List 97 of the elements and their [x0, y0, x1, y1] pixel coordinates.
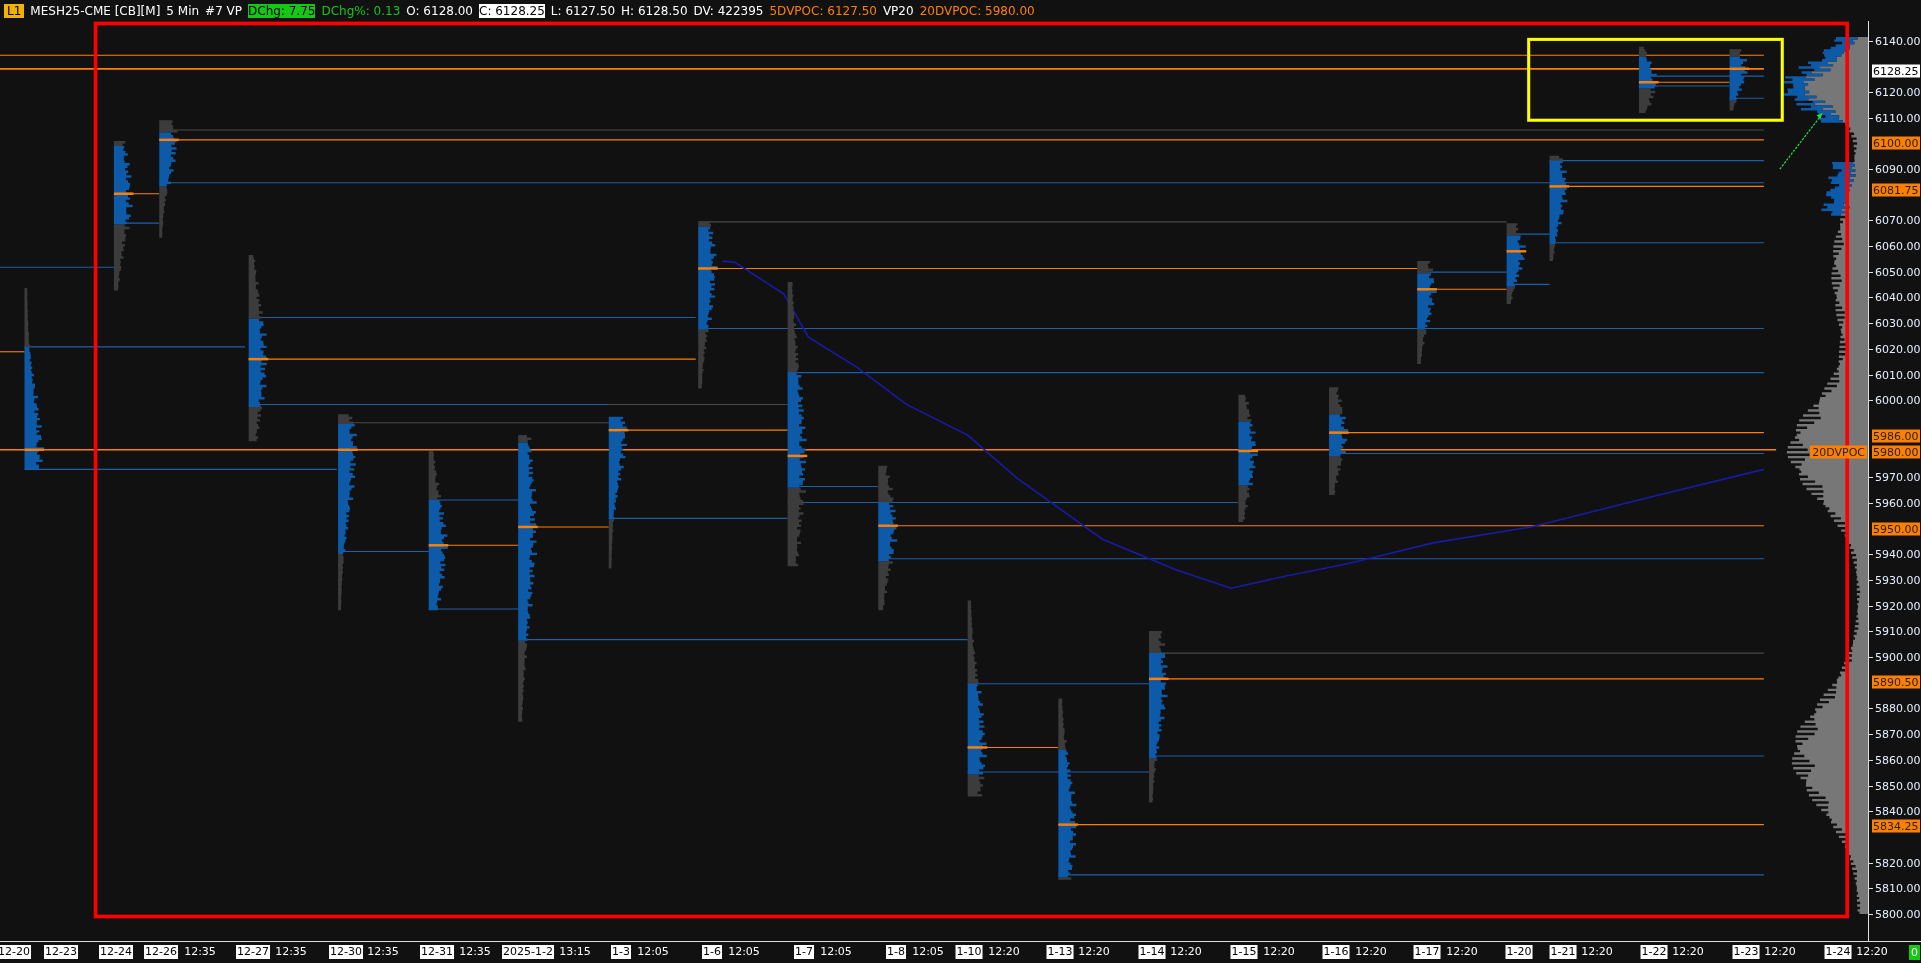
- axis-label: 6120.00: [1875, 85, 1921, 99]
- volume-profile-drawing: [1638, 46, 1659, 113]
- header-field: #7 VP: [205, 3, 243, 18]
- axis-label: 6060.00: [1875, 239, 1921, 253]
- price-marker: 6081.75: [1872, 183, 1920, 197]
- axis-label: 12:35: [184, 945, 216, 959]
- axis-label: 6020.00: [1875, 342, 1921, 356]
- axis-label: 1-16: [1322, 945, 1350, 959]
- axis-label: 12:35: [275, 945, 307, 959]
- axis-label: 6070.00: [1875, 213, 1921, 227]
- axis-label: 1-10: [955, 945, 983, 959]
- status-indicator: 0: [1909, 945, 1920, 960]
- axis-label: 6040.00: [1875, 290, 1921, 304]
- price-marker: 6100.00: [1872, 136, 1920, 150]
- arrow-icon: [1779, 112, 1823, 170]
- header-field: O: 6128.00: [406, 3, 473, 18]
- header-field: 5 Min: [166, 3, 200, 18]
- axis-label: 5960.00: [1875, 496, 1921, 510]
- header-field: H: 6128.50: [621, 3, 688, 18]
- axis-label: 1-3: [611, 945, 631, 959]
- axis-label: 5900.00: [1875, 650, 1921, 664]
- poc-label: 20DVPOC: [1810, 445, 1867, 459]
- axis-label: 1-13: [1046, 945, 1074, 959]
- axis-label: 12:35: [459, 945, 491, 959]
- price-marker: 5986.00: [1872, 429, 1920, 443]
- axis-label: 5930.00: [1875, 573, 1921, 587]
- poc-line: [0, 351, 26, 353]
- axis-label: 12:05: [912, 945, 944, 959]
- axis-label: 1-22: [1640, 945, 1668, 959]
- axis-label: 12-23: [44, 945, 78, 959]
- axis-label: 5820.00: [1875, 856, 1921, 870]
- axis-label: 6010.00: [1875, 368, 1921, 382]
- axis-label: 12:20: [1672, 945, 1704, 959]
- axis-label: 5850.00: [1875, 779, 1921, 793]
- axis-label: 2025-1-2: [502, 945, 554, 959]
- header-field: DChg: 7.75: [248, 3, 316, 18]
- axis-label: 12:20: [1170, 945, 1202, 959]
- axis-label: 12:05: [820, 945, 852, 959]
- axis-label: 6140.00: [1875, 34, 1921, 48]
- axis-label: 6050.00: [1875, 265, 1921, 279]
- axis-label: 1-24: [1824, 945, 1852, 959]
- header-field: C: 6128.25: [479, 3, 545, 18]
- axis-label: 1-8: [886, 945, 906, 959]
- axis-label: 1-23: [1732, 945, 1760, 959]
- axis-label: 12:05: [637, 945, 669, 959]
- axis-label: 12:05: [728, 945, 760, 959]
- axis-label: 12-26: [144, 945, 178, 959]
- axis-label: 13:15: [559, 945, 591, 959]
- header-field: MESH25-CME [CB][M]: [30, 3, 161, 18]
- price-marker: 6128.25: [1872, 64, 1920, 78]
- axis-label: 1-14: [1138, 945, 1166, 959]
- axis-label: 5880.00: [1875, 702, 1921, 715]
- axis-label: 12:20: [1263, 945, 1295, 959]
- axis-label: 5860.00: [1875, 753, 1921, 767]
- axis-label: 12:20: [1355, 945, 1387, 959]
- axis-label: 12:20: [1581, 945, 1613, 959]
- axis-label: 12-30: [329, 945, 363, 959]
- axis-label: 6030.00: [1875, 316, 1921, 330]
- price-marker: 5980.00: [1872, 445, 1920, 459]
- header-field: VP20: [882, 3, 914, 18]
- axis-label: 12-27: [236, 945, 270, 959]
- volume-profile-drawing: [1729, 49, 1750, 111]
- chart-badge: L1: [4, 3, 25, 18]
- axis-label: 12:20: [1856, 945, 1888, 959]
- axis-label: 5870.00: [1875, 727, 1921, 741]
- axis-label: 5810.00: [1875, 881, 1921, 895]
- header-field: L: 6127.50: [550, 3, 616, 18]
- axis-label: 1-21: [1549, 945, 1577, 959]
- header-field: 5DVPOC: 6127.50: [769, 3, 877, 18]
- price-marker: 5950.00: [1872, 522, 1920, 536]
- axis-label: 1-6: [702, 945, 722, 959]
- axis-label: 12-31: [420, 945, 454, 959]
- axis-label: 5970.00: [1875, 470, 1921, 484]
- axis-label: 5940.00: [1875, 547, 1921, 561]
- axis-label: 1-15: [1230, 945, 1258, 959]
- axis-label: 12-20: [0, 945, 31, 959]
- axis-label: 6110.00: [1875, 111, 1921, 125]
- axis-label: 12:20: [988, 945, 1020, 959]
- header-field: DChg%: 0.13: [321, 3, 401, 18]
- axis-label: 12-24: [99, 945, 133, 959]
- axis-label: 1-20: [1505, 945, 1533, 959]
- axis-label: 6000.00: [1875, 393, 1921, 407]
- axis-label: 12:20: [1078, 945, 1110, 959]
- axis-label: 12:20: [1764, 945, 1796, 959]
- axis-label: 12:20: [1446, 945, 1478, 959]
- axis-label: 6090.00: [1875, 162, 1921, 176]
- axis-label: 5920.00: [1875, 599, 1921, 613]
- header-field: 20DVPOC: 5980.00: [919, 3, 1035, 18]
- axis-label: 5840.00: [1875, 804, 1921, 818]
- price-marker: 5834.25: [1872, 819, 1920, 833]
- axis-label: 1-7: [794, 945, 814, 959]
- axis-label: 5910.00: [1875, 624, 1921, 638]
- price-marker: 5890.50: [1872, 675, 1920, 688]
- axis-label: 12:35: [367, 945, 399, 959]
- header-field: DV: 422395: [693, 3, 764, 18]
- axis-label: 5800.00: [1875, 907, 1921, 921]
- axis-label: 1-17: [1413, 945, 1441, 959]
